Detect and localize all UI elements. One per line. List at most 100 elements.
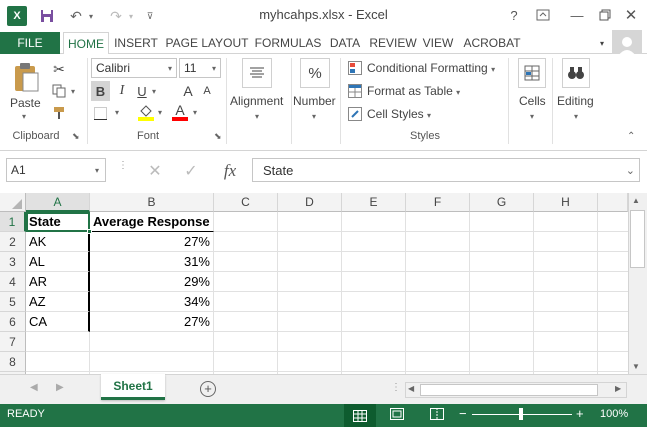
- zoom-slider-thumb[interactable]: [519, 408, 523, 420]
- collapse-ribbon-icon[interactable]: ⌃: [627, 131, 635, 142]
- number-button[interactable]: Number: [293, 94, 336, 108]
- name-box[interactable]: A1 ▾: [6, 158, 106, 182]
- cell-b5[interactable]: 34%: [90, 292, 214, 312]
- page-break-view-icon[interactable]: [430, 408, 446, 424]
- tab-data[interactable]: DATA: [326, 32, 364, 54]
- cut-icon[interactable]: ✂: [50, 60, 68, 78]
- row-header[interactable]: 6: [0, 312, 26, 332]
- scroll-left-arrow-icon[interactable]: ◀: [408, 384, 414, 393]
- tab-page-layout[interactable]: PAGE LAYOUT: [164, 32, 250, 54]
- font-launcher-icon[interactable]: ⬊: [214, 131, 222, 142]
- formula-bar-splitter[interactable]: ⋮: [118, 161, 128, 178]
- borders-icon[interactable]: [91, 104, 109, 122]
- cell-b4[interactable]: 29%: [90, 272, 214, 292]
- next-sheet-icon[interactable]: ▶: [56, 382, 64, 393]
- scroll-up-arrow-icon[interactable]: ▲: [632, 196, 640, 205]
- font-color-button[interactable]: A: [172, 102, 188, 122]
- cell-styles-button[interactable]: Cell Styles ▾: [367, 107, 431, 121]
- fill-handle[interactable]: [87, 229, 92, 234]
- increase-font-size-button[interactable]: A: [180, 81, 196, 101]
- row-header[interactable]: 8: [0, 352, 26, 372]
- column-header[interactable]: D: [278, 193, 342, 212]
- sheet-tab-splitter[interactable]: ⋮: [391, 382, 401, 393]
- decrease-font-size-button[interactable]: A: [200, 81, 214, 101]
- cell-a4[interactable]: AR: [26, 272, 90, 292]
- redo-dropdown-icon[interactable]: ▾: [126, 6, 136, 26]
- tab-view[interactable]: VIEW: [421, 32, 455, 54]
- conditional-formatting-button[interactable]: Conditional Formatting ▾: [367, 61, 495, 75]
- cell-a3[interactable]: AL: [26, 252, 90, 272]
- editing-button[interactable]: Editing: [557, 94, 594, 108]
- format-as-table-button[interactable]: Format as Table ▾: [367, 84, 460, 98]
- number-dropdown-icon[interactable]: ▾: [312, 112, 316, 121]
- cell-b2[interactable]: 27%: [90, 232, 214, 252]
- tab-insert[interactable]: INSERT: [112, 32, 160, 54]
- copy-icon[interactable]: [50, 82, 68, 100]
- column-header[interactable]: A: [26, 193, 90, 212]
- zoom-level[interactable]: 100%: [600, 408, 628, 420]
- select-all-button[interactable]: [0, 193, 26, 212]
- cell-a5[interactable]: AZ: [26, 292, 90, 312]
- sheet-tab-sheet1[interactable]: Sheet1: [101, 374, 165, 400]
- customize-qat-icon[interactable]: ⊽: [144, 6, 156, 26]
- scroll-right-arrow-icon[interactable]: ▶: [615, 384, 621, 393]
- cancel-entry-icon[interactable]: ✕: [144, 160, 166, 182]
- user-avatar[interactable]: [612, 30, 642, 56]
- insert-function-button[interactable]: fx: [216, 160, 244, 182]
- formula-input[interactable]: State ⌄: [252, 158, 640, 182]
- confirm-entry-icon[interactable]: ✓: [180, 160, 202, 182]
- ribbon-display-options-icon[interactable]: [532, 4, 554, 26]
- row-header[interactable]: 7: [0, 332, 26, 352]
- page-layout-view-icon[interactable]: [390, 408, 406, 424]
- copy-dropdown-icon[interactable]: ▾: [71, 87, 75, 96]
- tab-formulas[interactable]: FORMULAS: [254, 32, 322, 54]
- underline-dropdown-icon[interactable]: ▾: [152, 87, 156, 96]
- column-header[interactable]: E: [342, 193, 406, 212]
- alignment-icon[interactable]: [242, 58, 272, 88]
- vertical-scroll-thumb[interactable]: [630, 210, 645, 268]
- cell-b3[interactable]: 31%: [90, 252, 214, 272]
- borders-dropdown-icon[interactable]: ▾: [115, 108, 119, 117]
- cell-a6[interactable]: CA: [26, 312, 90, 332]
- font-color-dropdown-icon[interactable]: ▾: [193, 108, 197, 117]
- close-button[interactable]: ✕: [620, 4, 642, 26]
- tab-file[interactable]: FILE: [0, 32, 60, 54]
- zoom-in-button[interactable]: +: [576, 406, 584, 421]
- tab-acrobat[interactable]: ACROBAT: [459, 32, 525, 54]
- cells-icon[interactable]: [518, 58, 546, 88]
- fill-color-icon[interactable]: [136, 102, 156, 122]
- cell-a2[interactable]: AK: [26, 232, 90, 252]
- format-painter-icon[interactable]: [50, 104, 68, 122]
- editing-icon[interactable]: [562, 58, 590, 88]
- fill-color-dropdown-icon[interactable]: ▾: [158, 108, 162, 117]
- italic-button[interactable]: I: [113, 81, 131, 101]
- font-name-select[interactable]: Calibri ▾: [91, 58, 177, 78]
- row-header[interactable]: 3: [0, 252, 26, 272]
- clipboard-launcher-icon[interactable]: ⬊: [72, 131, 80, 142]
- row-header[interactable]: 2: [0, 232, 26, 252]
- alignment-button[interactable]: Alignment: [230, 94, 283, 108]
- undo-dropdown-icon[interactable]: ▾: [86, 6, 96, 26]
- undo-icon[interactable]: ↶: [66, 6, 86, 26]
- ribbon-options-dropdown-icon[interactable]: ▾: [595, 32, 609, 54]
- horizontal-scroll-thumb[interactable]: [420, 384, 598, 396]
- cells-dropdown-icon[interactable]: ▾: [530, 112, 534, 121]
- cell-b1[interactable]: Average Response: [90, 212, 214, 232]
- column-header[interactable]: G: [470, 193, 534, 212]
- zoom-out-button[interactable]: −: [459, 406, 467, 421]
- number-format-icon[interactable]: %: [300, 58, 330, 88]
- paste-icon[interactable]: [11, 60, 41, 94]
- save-icon[interactable]: [36, 6, 58, 26]
- cell-a1[interactable]: State: [26, 212, 90, 232]
- bold-button[interactable]: B: [91, 81, 110, 101]
- cells-button[interactable]: Cells: [519, 94, 546, 108]
- help-button[interactable]: ?: [503, 4, 525, 26]
- column-header[interactable]: H: [534, 193, 598, 212]
- column-header[interactable]: F: [406, 193, 470, 212]
- previous-sheet-icon[interactable]: ◀: [30, 382, 38, 393]
- paste-button[interactable]: Paste: [10, 96, 41, 110]
- minimize-button[interactable]: —: [566, 4, 588, 26]
- editing-dropdown-icon[interactable]: ▾: [574, 112, 578, 121]
- redo-icon[interactable]: ↷: [106, 6, 126, 26]
- restore-button[interactable]: [594, 4, 616, 26]
